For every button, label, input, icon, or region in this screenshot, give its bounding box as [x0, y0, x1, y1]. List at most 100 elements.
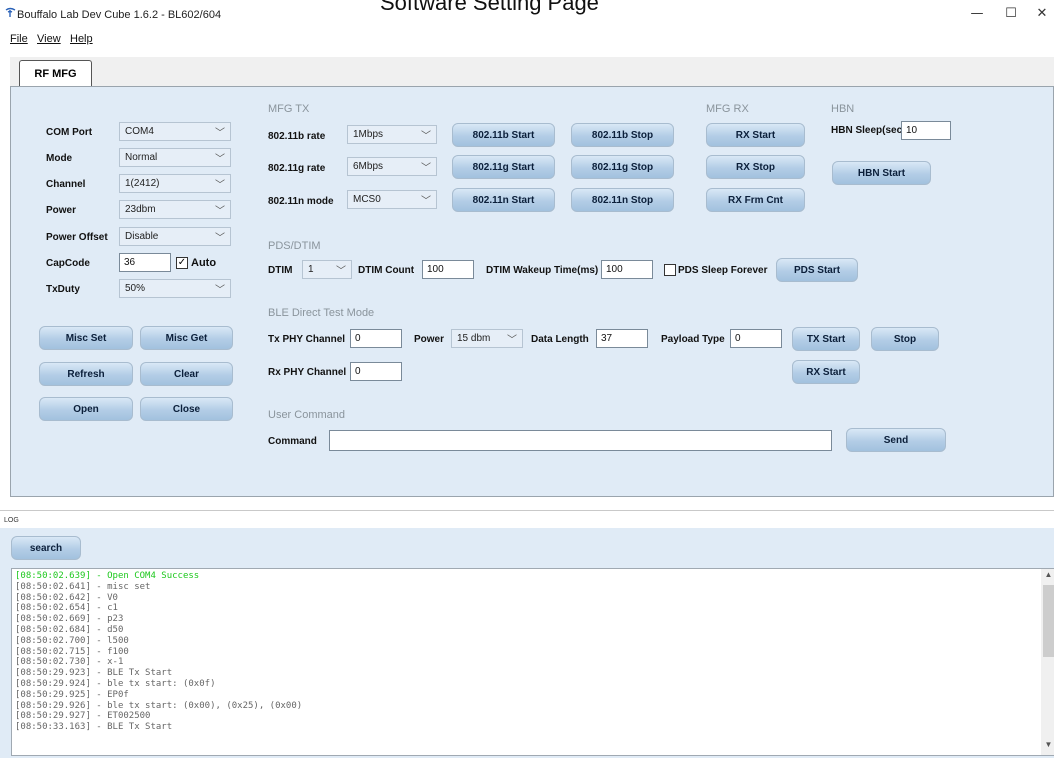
rx-phy-channel-input[interactable]: 0	[350, 362, 402, 381]
log-header: LOG	[0, 510, 1054, 528]
mode-select[interactable]: Normal ﹀	[119, 148, 231, 167]
menu-file-label: File	[10, 33, 28, 45]
auto-label: Auto	[191, 257, 217, 269]
g-rate-select[interactable]: 6Mbps ﹀	[347, 157, 437, 176]
chevron-down-icon: ﹀	[215, 285, 225, 296]
hbn-start-button[interactable]: HBN Start	[832, 161, 931, 185]
ble-stop-button[interactable]: Stop	[871, 327, 939, 351]
menu-bar	[0, 30, 1054, 48]
b-stop-button[interactable]: 802.11b Stop	[571, 123, 674, 147]
ble-power-label: Power	[414, 334, 445, 345]
tab-strip	[10, 57, 1054, 86]
menu-help[interactable]: Help	[70, 33, 93, 45]
channel-value: 1(2412)	[125, 178, 160, 189]
power-select[interactable]: 23dbm ﹀	[119, 200, 231, 219]
n-stop-button[interactable]: 802.11n Stop	[571, 188, 674, 212]
maximize-icon[interactable]: ☐	[996, 6, 1026, 24]
capcode-input[interactable]: 36	[119, 253, 171, 272]
scroll-up-icon[interactable]: ▲	[1041, 570, 1054, 584]
log-line: [08:50:02.684] - d50	[15, 624, 124, 635]
data-length-label: Data Length	[531, 334, 589, 345]
chevron-down-icon: ﹀	[215, 128, 225, 139]
log-line: [08:50:02.641] - misc set	[15, 581, 151, 592]
menu-file[interactable]: File	[10, 33, 28, 45]
open-button[interactable]: Open	[39, 397, 133, 421]
com-port-select[interactable]: COM4 ﹀	[119, 122, 231, 141]
misc-set-button[interactable]: Misc Set	[39, 326, 133, 350]
mode-value: Normal	[125, 152, 158, 163]
mfg-rx-title: MFG RX	[706, 103, 749, 115]
command-label: Command	[268, 436, 317, 447]
log-scrollbar[interactable]: ▲ ▼	[1041, 569, 1054, 755]
chevron-down-icon: ﹀	[336, 266, 346, 277]
tx-phy-channel-label: Tx PHY Channel	[268, 334, 346, 345]
log-output[interactable]: [08:50:02.639] - Open COM4 Success [08:50…	[11, 568, 1054, 756]
search-button[interactable]: search	[11, 536, 81, 560]
rx-stop-button[interactable]: RX Stop	[706, 155, 805, 179]
capcode-label: CapCode	[46, 258, 90, 269]
ble-power-value: 15 dbm	[457, 333, 491, 344]
g-start-button[interactable]: 802.11g Start	[452, 155, 555, 179]
txduty-select[interactable]: 50% ﹀	[119, 279, 231, 298]
n-mode-select[interactable]: MCS0 ﹀	[347, 190, 437, 209]
clear-button[interactable]: Clear	[140, 362, 233, 386]
bouffalo-logo-icon	[5, 7, 16, 21]
dtim-select[interactable]: 1 ﹀	[302, 260, 352, 279]
payload-type-label: Payload Type	[661, 334, 725, 345]
command-input[interactable]	[329, 430, 832, 451]
b-rate-select[interactable]: 1Mbps ﹀	[347, 125, 437, 144]
pds-sleep-forever-checkbox[interactable]	[664, 264, 676, 276]
scroll-down-icon[interactable]: ▼	[1041, 740, 1054, 754]
n-mode-label: 802.11n mode	[268, 196, 334, 207]
pds-start-button[interactable]: PDS Start	[776, 258, 858, 282]
minimize-icon[interactable]: —	[962, 6, 992, 24]
log-line: [08:50:02.654] - c1	[15, 603, 118, 614]
log-line: [08:50:02.669] - p23	[15, 614, 124, 625]
chevron-down-icon: ﹀	[421, 196, 431, 207]
rx-start-button[interactable]: RX Start	[706, 123, 805, 147]
payload-type-input[interactable]: 0	[730, 329, 782, 348]
send-button[interactable]: Send	[846, 428, 946, 452]
dtim-value: 1	[308, 264, 314, 275]
tab-rf-mfg[interactable]: RF MFG	[19, 60, 92, 86]
log-line: [08:50:29.926] - ble tx start: (0x00), (…	[15, 700, 303, 711]
power-offset-label: Power Offset	[46, 232, 108, 243]
refresh-button[interactable]: Refresh	[39, 362, 133, 386]
power-label: Power	[46, 205, 77, 216]
wakeup-time-label: DTIM Wakeup Time(ms)	[486, 265, 599, 276]
menu-view[interactable]: View	[37, 33, 61, 45]
ble-tx-start-button[interactable]: TX Start	[792, 327, 860, 351]
log-line: [08:50:29.925] - EP0f	[15, 689, 129, 700]
com-port-label: COM Port	[46, 127, 93, 138]
rx-phy-channel-label: Rx PHY Channel	[268, 367, 347, 378]
scroll-thumb[interactable]	[1043, 585, 1054, 657]
txduty-label: TxDuty	[46, 284, 80, 295]
log-line: [08:50:29.924] - ble tx start: (0x0f)	[15, 678, 216, 689]
b-rate-label: 802.11b rate	[268, 131, 326, 142]
mfg-tx-title: MFG TX	[268, 103, 310, 115]
auto-checkbox[interactable]: ✓	[176, 257, 188, 269]
close-button[interactable]: Close	[140, 397, 233, 421]
hbn-sleep-input[interactable]: 10	[901, 121, 951, 140]
ble-rx-start-button[interactable]: RX Start	[792, 360, 860, 384]
log-line: [08:50:29.927] - ET002500	[15, 711, 151, 722]
misc-get-button[interactable]: Misc Get	[140, 326, 233, 350]
menu-help-label: Help	[70, 33, 93, 45]
b-start-button[interactable]: 802.11b Start	[452, 123, 555, 147]
close-icon[interactable]: ✕	[1030, 6, 1054, 24]
chevron-down-icon: ﹀	[215, 154, 225, 165]
dtim-count-input[interactable]: 100	[422, 260, 474, 279]
n-start-button[interactable]: 802.11n Start	[452, 188, 555, 212]
power-offset-select[interactable]: Disable ﹀	[119, 227, 231, 246]
power-value: 23dbm	[125, 204, 156, 215]
window-title: Bouffalo Lab Dev Cube 1.6.2 - BL602/604	[17, 9, 222, 21]
g-stop-button[interactable]: 802.11g Stop	[571, 155, 674, 179]
ble-power-select[interactable]: 15 dbm ﹀	[451, 329, 523, 348]
channel-select[interactable]: 1(2412) ﹀	[119, 174, 231, 193]
power-offset-value: Disable	[125, 231, 159, 242]
tx-phy-channel-input[interactable]: 0	[350, 329, 402, 348]
data-length-input[interactable]: 37	[596, 329, 648, 348]
rx-frm-cnt-button[interactable]: RX Frm Cnt	[706, 188, 805, 212]
wakeup-time-input[interactable]: 100	[601, 260, 653, 279]
ble-dtm-title: BLE Direct Test Mode	[268, 307, 375, 319]
